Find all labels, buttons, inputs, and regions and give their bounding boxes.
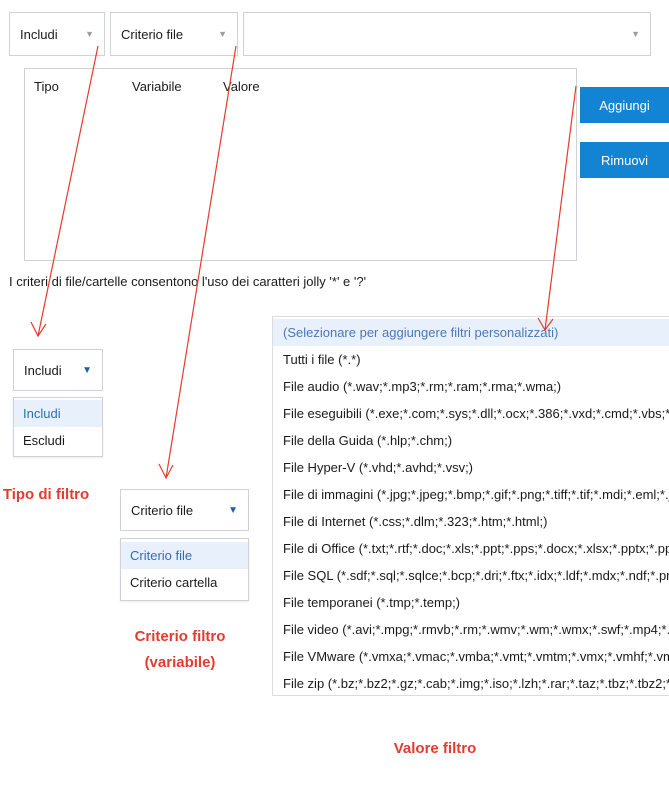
value-option-vmware[interactable]: File VMware (*.vmxa;*.vmac;*.vmba;*.vmt;…	[273, 643, 669, 670]
value-option-office[interactable]: File di Office (*.txt;*.rtf;*.doc;*.xls;…	[273, 535, 669, 562]
value-option-hyperv[interactable]: File Hyper-V (*.vhd;*.avhd;*.vsv;)	[273, 454, 669, 481]
value-caption: Valore filtro	[393, 740, 477, 757]
add-button[interactable]: Aggiungi	[580, 87, 669, 123]
type-option-include[interactable]: Includi	[14, 400, 102, 427]
remove-button[interactable]: Rimuovi	[580, 142, 669, 178]
type-dropdown-list: Includi Escludi	[13, 397, 103, 457]
criteria-dropdown-value: Criterio file	[131, 502, 194, 518]
type-option-exclude[interactable]: Escludi	[14, 427, 102, 454]
column-header-variable: Variabile	[132, 79, 182, 94]
value-option-all-files[interactable]: Tutti i file (*.*)	[273, 346, 669, 373]
value-option-custom[interactable]: (Selezionare per aggiungere filtri perso…	[273, 319, 669, 346]
value-option-images[interactable]: File di immagini (*.jpg;*.jpeg;*.bmp;*.g…	[273, 481, 669, 508]
value-option-help[interactable]: File della Guida (*.hlp;*.chm;)	[273, 427, 669, 454]
filter-type-select[interactable]: Includi ▼	[9, 12, 105, 56]
type-dropdown-value: Includi	[24, 362, 62, 378]
filter-table: Tipo Variabile Valore	[24, 68, 577, 261]
value-option-video[interactable]: File video (*.avi;*.mpg;*.rmvb;*.rm;*.wm…	[273, 616, 669, 643]
criteria-caption-line2: (variabile)	[144, 654, 216, 671]
value-option-audio[interactable]: File audio (*.wav;*.mp3;*.rm;*.ram;*.rma…	[273, 373, 669, 400]
value-option-temp[interactable]: File temporanei (*.tmp;*.temp;)	[273, 589, 669, 616]
chevron-down-icon: ▼	[218, 29, 227, 39]
arrowhead-type	[30, 321, 47, 338]
type-caption: Tipo di filtro	[2, 486, 90, 503]
arrowhead-criteria	[158, 463, 174, 480]
column-header-type: Tipo	[34, 79, 59, 94]
criteria-option-folder[interactable]: Criterio cartella	[121, 569, 248, 596]
type-dropdown-select[interactable]: Includi ▼	[13, 349, 103, 391]
chevron-down-icon: ▼	[85, 29, 94, 39]
filter-type-value: Includi	[20, 26, 58, 42]
value-dropdown-list: (Selezionare per aggiungere filtri perso…	[272, 316, 669, 696]
chevron-down-icon: ▼	[228, 504, 238, 516]
chevron-down-icon: ▼	[82, 364, 92, 376]
value-option-executables[interactable]: File eseguibili (*.exe;*.com;*.sys;*.dll…	[273, 400, 669, 427]
value-option-internet[interactable]: File di Internet (*.css;*.dlm;*.323;*.ht…	[273, 508, 669, 535]
wildcard-hint: I criteri di file/cartelle consentono l'…	[9, 274, 367, 289]
criteria-caption-line1: Criterio filtro	[134, 628, 226, 645]
filter-variable-value: Criterio file	[121, 26, 184, 42]
filter-value-select[interactable]: ▼	[243, 12, 651, 56]
criteria-dropdown-list: Criterio file Criterio cartella	[120, 538, 249, 601]
chevron-down-icon: ▼	[631, 29, 640, 39]
criteria-dropdown-select[interactable]: Criterio file ▼	[120, 489, 249, 531]
criteria-option-file[interactable]: Criterio file	[121, 542, 248, 569]
value-option-zip[interactable]: File zip (*.bz;*.bz2;*.gz;*.cab;*.img;*.…	[273, 670, 669, 695]
column-header-value: Valore	[223, 79, 260, 94]
filter-variable-select[interactable]: Criterio file ▼	[110, 12, 238, 56]
value-option-sql[interactable]: File SQL (*.sdf;*.sql;*.sqlce;*.bcp;*.dr…	[273, 562, 669, 589]
